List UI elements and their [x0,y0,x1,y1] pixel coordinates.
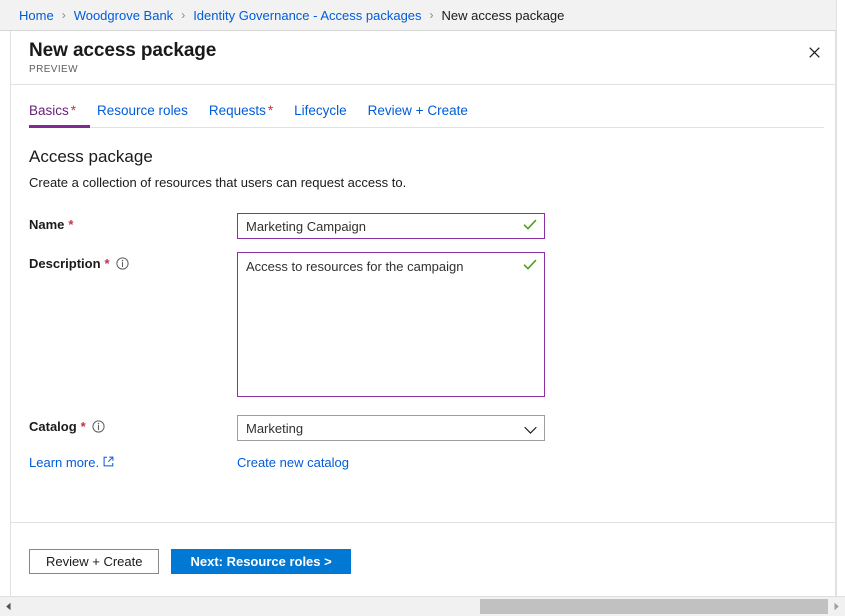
learn-more-label: Learn more. [29,455,99,470]
catalog-select-wrapper: Marketing [237,415,545,441]
breadcrumb: Home › Woodgrove Bank › Identity Governa… [0,0,845,31]
access-package-form: Name * Description * [29,213,835,470]
preview-badge: PREVIEW [29,64,835,75]
name-label: Name * [29,213,237,232]
tab-basics-required-marker: * [71,103,76,118]
scroll-left-arrow-icon[interactable] [0,597,17,616]
form-links: Learn more. Create new catalog [29,455,835,470]
tab-lifecycle-label: Lifecycle [294,103,347,118]
tab-review-create-label: Review + Create [368,103,468,118]
close-icon [809,45,820,63]
tab-resource-roles[interactable]: Resource roles [97,101,202,128]
tab-requests-label: Requests [209,103,266,118]
horizontal-scrollbar-thumb[interactable] [480,599,828,614]
tab-resource-roles-label: Resource roles [97,103,188,118]
new-access-package-panel: New access package PREVIEW Basics* Resou… [10,31,836,596]
section-title: Access package [29,146,835,168]
description-label: Description * [29,252,237,271]
breadcrumb-separator: › [62,8,66,22]
azure-portal-blade: Home › Woodgrove Bank › Identity Governa… [0,0,845,616]
catalog-selected-value: Marketing [246,421,303,436]
horizontal-scrollbar[interactable] [0,596,845,616]
catalog-label-text: Catalog [29,419,77,434]
catalog-select[interactable]: Marketing [237,415,545,441]
page-title: New access package [29,39,835,63]
blade-left-gutter [0,31,10,596]
section-description: Create a collection of resources that us… [29,174,835,191]
description-textarea[interactable] [237,252,545,397]
tab-basics[interactable]: Basics* [29,101,90,128]
horizontal-scrollbar-track[interactable] [17,597,828,616]
next-resource-roles-button[interactable]: Next: Resource roles > [171,549,350,574]
name-input[interactable] [237,213,545,239]
tab-requests[interactable]: Requests* [209,101,287,128]
tab-basics-label: Basics [29,103,69,118]
breadcrumb-item-identity-governance[interactable]: Identity Governance - Access packages [193,8,421,23]
description-required-marker: * [105,256,110,271]
panel-header: New access package PREVIEW [11,31,835,85]
form-row-catalog: Catalog * Marketing [29,415,835,441]
review-create-button[interactable]: Review + Create [29,549,159,574]
scroll-right-arrow-icon[interactable] [828,597,845,616]
tab-lifecycle[interactable]: Lifecycle [294,101,361,128]
breadcrumb-item-woodgrove-bank[interactable]: Woodgrove Bank [74,8,174,23]
catalog-required-marker: * [81,419,86,434]
external-link-icon [103,455,114,470]
breadcrumb-separator: › [430,8,434,22]
panel-footer: Review + Create Next: Resource roles > [11,523,835,596]
create-new-catalog-link[interactable]: Create new catalog [237,455,349,470]
name-label-text: Name [29,217,64,232]
breadcrumb-separator: › [181,8,185,22]
info-icon[interactable] [92,420,106,434]
learn-more-link[interactable]: Learn more. [29,455,237,470]
description-field-wrapper [237,252,545,402]
blade-right-gutter [836,0,845,596]
name-required-marker: * [68,217,73,232]
tab-review-create[interactable]: Review + Create [368,101,482,128]
info-icon[interactable] [116,257,130,271]
form-row-description: Description * [29,252,835,402]
tab-requests-required-marker: * [268,103,273,118]
breadcrumb-item-home[interactable]: Home [19,8,54,23]
name-field-wrapper [237,213,545,239]
description-label-text: Description [29,256,101,271]
form-row-name: Name * [29,213,835,239]
catalog-label: Catalog * [29,415,237,434]
panel-body: Access package Create a collection of re… [11,128,835,470]
close-button[interactable] [797,37,831,71]
tab-bar: Basics* Resource roles Requests* Lifecyc… [11,101,835,128]
breadcrumb-item-current: New access package [442,8,565,23]
